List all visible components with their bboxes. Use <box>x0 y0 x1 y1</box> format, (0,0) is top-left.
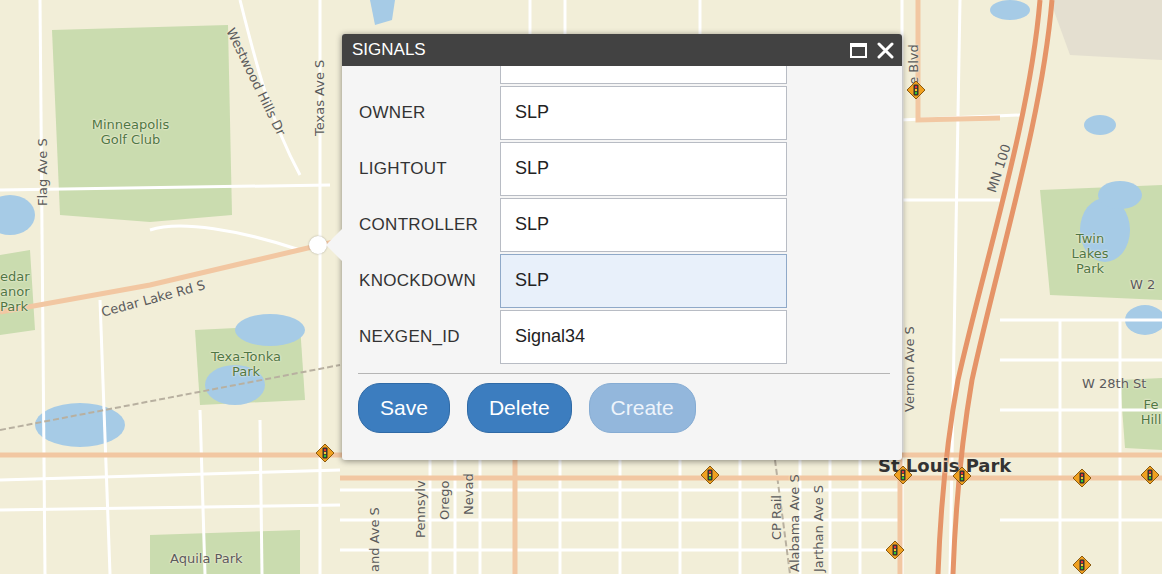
attribute-label: CONTROLLER <box>359 215 500 235</box>
map-label: Texa-Tonka Park <box>196 350 296 380</box>
map-label: Twin Lakes Park <box>1060 232 1120 277</box>
map-label: CP Rail <box>770 495 785 540</box>
attribute-row: OWNER SLP <box>359 86 902 140</box>
map-label: Nevad <box>462 473 477 515</box>
button-label[interactable]: Delete <box>489 396 550 419</box>
attribute-row: CONTROLLER SLP <box>359 198 902 252</box>
maximize-icon[interactable] <box>850 43 867 58</box>
map-label: Aquila Park <box>170 552 243 567</box>
map-label: Pennsylv <box>414 480 429 538</box>
map-label: Texas Ave S <box>313 60 328 136</box>
attribute-field[interactable] <box>500 66 787 84</box>
attribute-field[interactable]: SLP <box>500 142 787 196</box>
attribute-field[interactable]: Signal34 <box>500 310 787 364</box>
map-label: Flag Ave S <box>36 138 51 206</box>
map-label: W 28th St <box>1082 377 1146 392</box>
traffic-signal-icon[interactable] <box>1072 468 1092 488</box>
field-value[interactable]: SLP <box>515 158 549 178</box>
signals-popup: SIGNALS OWNER SLP LIGHTOUT SLP CONTROLLER SLP… <box>342 34 902 460</box>
attribute-row: LIGHTOUT SLP <box>359 142 902 196</box>
traffic-signal-icon[interactable] <box>952 466 972 486</box>
attribute-label: NEXGEN_ID <box>359 327 500 347</box>
field-value[interactable]: Signal34 <box>515 326 585 346</box>
save-button[interactable]: Save <box>358 383 450 433</box>
traffic-signal-icon[interactable] <box>1072 555 1092 574</box>
map[interactable]: Westwood Hills DrTexas Ave SMinneapolis … <box>0 0 1162 574</box>
attribute-field[interactable]: SLP <box>500 86 787 140</box>
map-label: W 2 <box>1130 278 1155 293</box>
field-value[interactable]: SLP <box>515 270 549 290</box>
attribute-row: NEXGEN_ID Signal34 <box>359 310 902 364</box>
traffic-signal-icon[interactable] <box>906 80 926 100</box>
traffic-signal-icon[interactable] <box>1140 465 1160 485</box>
popup-title: SIGNALS <box>352 40 850 60</box>
traffic-signal-icon[interactable] <box>700 465 720 485</box>
traffic-signal-icon[interactable] <box>885 540 905 560</box>
selected-feature-pin[interactable] <box>309 236 327 254</box>
attribute-label: LIGHTOUT <box>359 159 500 179</box>
popup-title-bar: SIGNALS <box>342 34 902 66</box>
map-label: and Ave S <box>368 507 383 572</box>
close-icon[interactable] <box>877 42 894 59</box>
traffic-signal-icon[interactable] <box>893 465 913 485</box>
field-value[interactable]: SLP <box>515 102 549 122</box>
map-label: edar anor Park <box>0 270 40 315</box>
map-label: Jarthan Ave S <box>812 485 827 572</box>
map-label: Minneapolis Golf Club <box>78 118 183 148</box>
attribute-label: KNOCKDOWN <box>359 271 500 291</box>
attribute-row: KNOCKDOWN SLP <box>359 254 902 308</box>
attribute-row <box>359 66 902 84</box>
button-label[interactable]: Save <box>380 396 428 419</box>
map-label: Vernon Ave S <box>903 326 918 412</box>
attribute-list[interactable]: OWNERSLPLIGHTOUTSLPCONTROLLERSLPKNOCKDOW… <box>342 66 902 364</box>
button-label: Create <box>611 396 674 419</box>
map-label: Alabama Ave S <box>788 474 803 572</box>
create-button: Create <box>589 383 696 433</box>
traffic-signal-icon[interactable] <box>315 443 335 463</box>
attribute-field[interactable]: SLP <box>500 198 787 252</box>
map-label: Fe Hill <box>1140 398 1162 428</box>
popup-pointer <box>326 229 342 261</box>
separator <box>358 373 890 374</box>
map-label: Orego <box>438 481 453 521</box>
delete-button[interactable]: Delete <box>467 383 572 433</box>
button-row: Save Delete Create <box>342 374 902 433</box>
attribute-field[interactable]: SLP <box>500 254 787 308</box>
attribute-label: OWNER <box>359 103 500 123</box>
field-value[interactable]: SLP <box>515 214 549 234</box>
